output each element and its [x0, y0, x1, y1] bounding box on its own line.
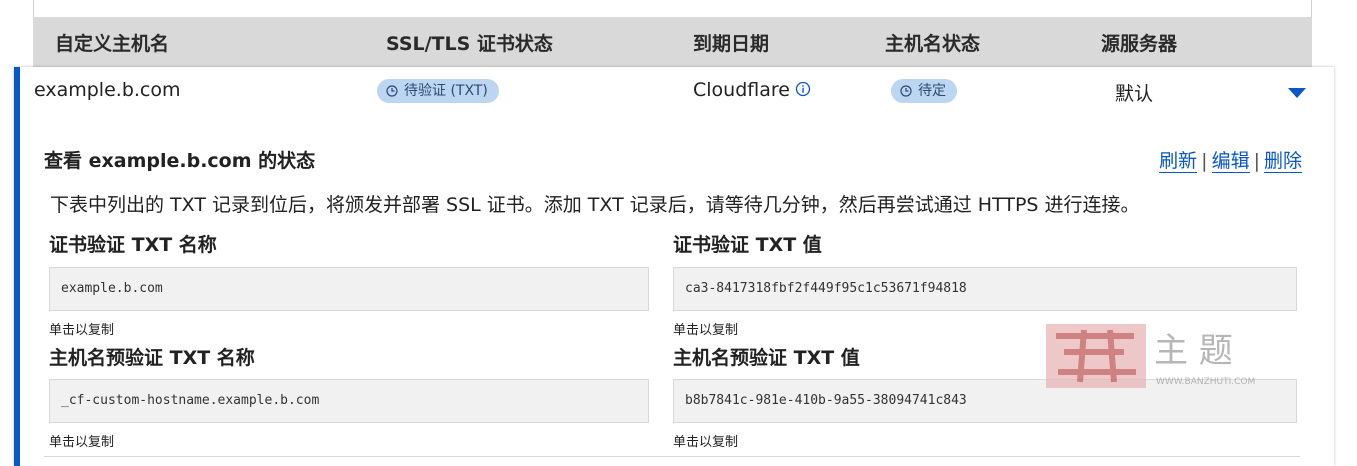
separator: |	[1253, 150, 1260, 172]
detail-actions: 刷新 | 编辑 | 删除	[1159, 146, 1302, 173]
hostname-detail-card: example.b.com 待验证 (TXT) Cloudflare 待定 默认…	[14, 67, 1334, 466]
pre-name-label: 主机名预验证 TXT 名称	[49, 347, 255, 369]
separator: |	[1201, 150, 1208, 172]
watermark-text: 主 题	[1154, 331, 1233, 371]
delete-link[interactable]: 删除	[1263, 150, 1302, 173]
header-ssl-status: SSL/TLS 证书状态	[386, 33, 553, 55]
header-origin: 源服务器	[1101, 33, 1178, 55]
accent-bar	[14, 67, 20, 466]
copy-hint: 单击以复制	[673, 323, 739, 338]
clock-icon	[386, 85, 398, 97]
detail-title: 查看 example.b.com 的状态	[44, 150, 316, 172]
info-icon[interactable]	[795, 81, 811, 97]
pre-name-field[interactable]: _cf-custom-hostname.example.b.com	[49, 379, 649, 423]
watermark-logo: 主 题 WWW.BANZHUTI.COM	[1046, 324, 1255, 388]
cert-value-field[interactable]: ca3-8417318fbf2f449f95c1c53671f94818	[673, 267, 1297, 311]
table-top-border	[33, 0, 1312, 17]
ssl-status-badge: 待验证 (TXT)	[377, 79, 499, 103]
copy-hint: 单击以复制	[49, 435, 115, 450]
expiry-text: Cloudflare	[693, 79, 790, 101]
edit-link[interactable]: 编辑	[1211, 150, 1250, 173]
header-hostname: 自定义主机名	[55, 33, 170, 55]
header-expiry: 到期日期	[693, 33, 770, 55]
cert-name-field[interactable]: example.b.com	[49, 267, 649, 311]
caret-down-icon[interactable]	[1288, 88, 1306, 98]
cert-name-label: 证书验证 TXT 名称	[49, 234, 217, 256]
row-hostname: example.b.com	[34, 79, 181, 101]
table-header: 自定义主机名 SSL/TLS 证书状态 到期日期 主机名状态 源服务器	[33, 17, 1312, 67]
row-expiry: Cloudflare	[693, 79, 811, 101]
refresh-link[interactable]: 刷新	[1159, 150, 1198, 173]
copy-hint: 单击以复制	[49, 323, 115, 338]
row-origin: 默认	[1115, 83, 1154, 105]
divider	[44, 456, 1300, 457]
clock-icon	[900, 85, 912, 97]
detail-description: 下表中列出的 TXT 记录到位后，将颁发并部署 SSL 证书。添加 TXT 记录…	[50, 194, 1140, 216]
hostname-status-badge: 待定	[891, 79, 957, 103]
hostname-status-text: 待定	[918, 83, 946, 99]
watermark-url: WWW.BANZHUTI.COM	[1156, 377, 1255, 387]
header-hostname-status: 主机名状态	[885, 33, 981, 55]
pre-value-label: 主机名预验证 TXT 值	[673, 347, 860, 369]
ssl-status-text: 待验证 (TXT)	[404, 83, 488, 99]
copy-hint: 单击以复制	[673, 435, 739, 450]
cert-value-label: 证书验证 TXT 值	[673, 234, 822, 256]
